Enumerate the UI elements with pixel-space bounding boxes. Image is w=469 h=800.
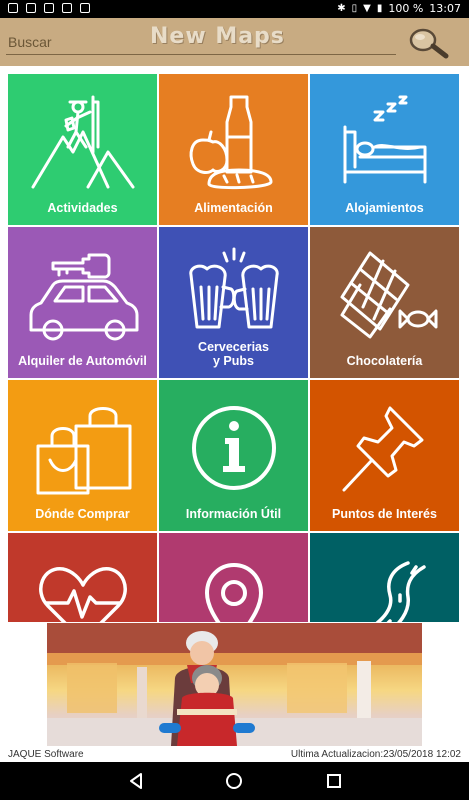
vibrate-icon: ▯	[351, 3, 358, 14]
android-nav-bar	[0, 762, 469, 800]
tile-puntos-interes[interactable]: Puntos de Interés	[310, 380, 459, 531]
tile-salud[interactable]	[8, 533, 157, 622]
n-icon	[62, 3, 72, 13]
tile-donde-comprar[interactable]: Dónde Comprar	[8, 380, 157, 531]
road-icon	[375, 561, 426, 622]
tile-rutas[interactable]	[310, 533, 459, 622]
tile-label: Puntos de Interés	[332, 507, 437, 521]
beer-mugs-icon	[188, 247, 279, 329]
category-grid: Actividades Alimentación Alojamientos Al…	[0, 66, 469, 622]
tile-label: Cervecerias y Pubs	[159, 340, 308, 368]
tile-label: Alimentación	[194, 201, 273, 215]
app-header: Buscar New Maps	[0, 18, 469, 66]
heart-pulse-icon	[38, 567, 127, 622]
search-underline	[6, 54, 396, 55]
tile-label: Alojamientos	[345, 201, 424, 215]
ad-banner[interactable]	[47, 623, 422, 746]
recents-button[interactable]	[324, 771, 344, 791]
hiker-mountain-icon	[31, 95, 134, 189]
pushpin-icon	[342, 406, 423, 492]
image-icon	[26, 3, 36, 13]
tile-actividades[interactable]: Actividades	[8, 74, 157, 225]
status-bar: ✱ ▯ ▼ ▮ 100 % 13:07	[0, 0, 469, 18]
map-pin-icon	[204, 562, 263, 622]
tile-label: Actividades	[47, 201, 118, 215]
food-icon	[189, 95, 272, 190]
usb-icon	[44, 3, 54, 13]
tile-chocolateria[interactable]: Chocolatería	[310, 227, 459, 378]
shopping-bags-icon	[36, 407, 131, 495]
bed-icon	[343, 95, 426, 184]
tile-label: Chocolatería	[346, 354, 423, 368]
tile-alimentacion[interactable]: Alimentación	[159, 74, 308, 225]
tile-label: Dónde Comprar	[35, 507, 130, 521]
home-icon	[226, 773, 242, 789]
back-button[interactable]	[126, 771, 146, 791]
battery-percent: 100 %	[388, 2, 424, 15]
back-icon	[130, 773, 142, 789]
wifi-icon: ▼	[363, 3, 371, 14]
tile-informacion-util[interactable]: Información Útil	[159, 380, 308, 531]
car-key-icon	[29, 253, 138, 341]
search-button[interactable]	[406, 26, 450, 60]
last-update: Ultima Actualizacion:23/05/2018 12:02	[290, 749, 461, 760]
company-name: JAQUE Software	[8, 749, 84, 760]
tile-label-line1: Cervecerias	[198, 340, 269, 354]
shield-icon	[8, 3, 18, 13]
clock: 13:07	[429, 2, 461, 15]
chocolate-icon	[340, 251, 437, 339]
search-input[interactable]: Buscar	[8, 34, 52, 50]
search-icon	[409, 28, 449, 59]
flag-icon	[80, 3, 90, 13]
app-title: New Maps	[150, 24, 285, 49]
battery-icon: ▮	[376, 3, 383, 14]
tile-label-line2: y Pubs	[213, 354, 254, 368]
info-icon	[191, 406, 276, 490]
tile-alquiler-automovil[interactable]: Alquiler de Automóvil	[8, 227, 157, 378]
bluetooth-icon: ✱	[337, 3, 346, 14]
tile-cervecerias[interactable]: Cervecerias y Pubs	[159, 227, 308, 378]
tile-alojamientos[interactable]: Alojamientos	[310, 74, 459, 225]
ad-banner-photo	[47, 623, 422, 746]
home-button[interactable]	[224, 771, 244, 791]
tile-label: Alquiler de Automóvil	[18, 354, 147, 368]
tile-label: Información Útil	[185, 507, 282, 521]
recents-icon	[327, 774, 341, 788]
tile-ubicacion[interactable]	[159, 533, 308, 622]
